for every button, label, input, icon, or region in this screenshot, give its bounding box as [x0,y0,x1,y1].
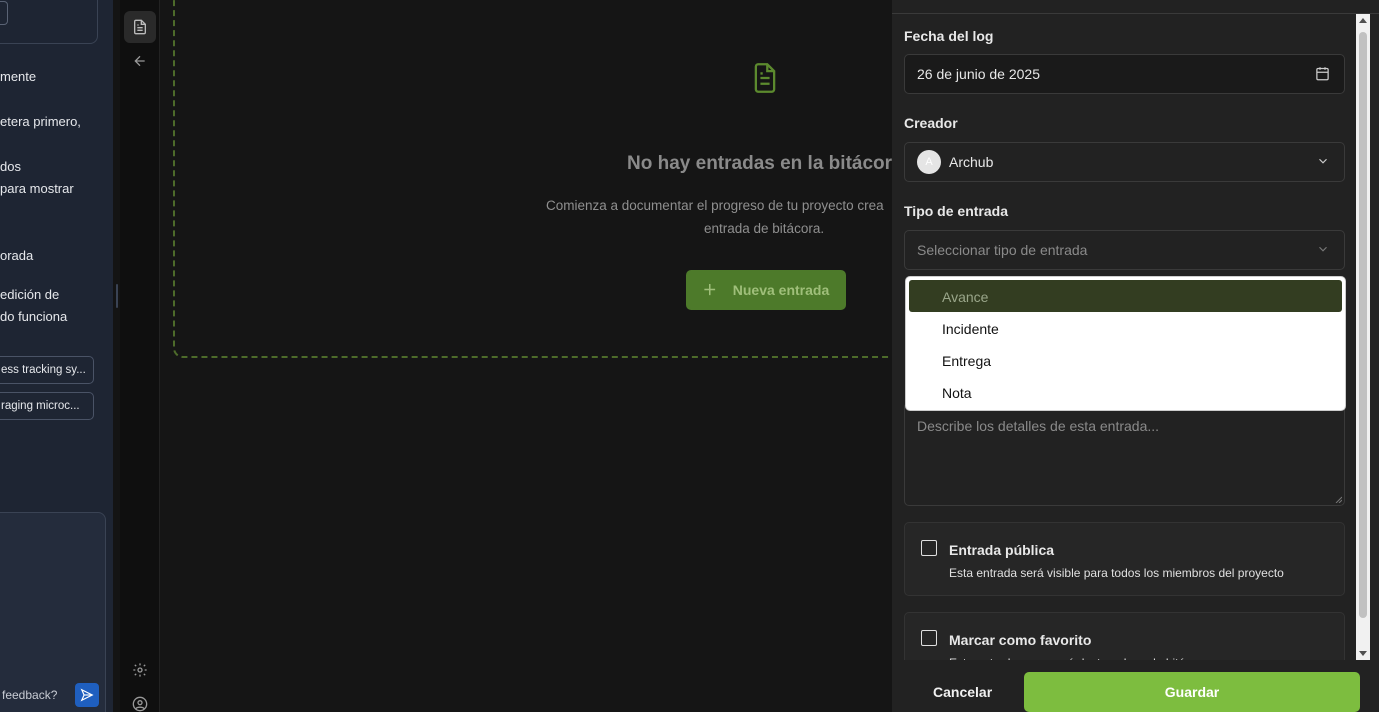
chevron-down-icon [1316,154,1330,171]
option-nota[interactable]: Nota [909,376,1342,408]
cancel-button[interactable]: Cancelar [916,672,1006,712]
creator-value: Archub [949,154,994,170]
send-icon [80,688,94,702]
chat-panel: mente etera primero, dos para mostrar or… [0,0,113,712]
chat-message-line: mente [0,69,37,84]
empty-state-title: No hay entradas en la bitácora [627,153,903,174]
panel-resize-handle[interactable] [116,284,118,308]
public-entry-title: Entrada pública [949,542,1055,558]
option-entrega[interactable]: Entrega [909,344,1342,376]
creator-select[interactable]: A Archub [904,142,1345,182]
favorite-checkbox[interactable] [921,630,937,646]
favorite-title: Marcar como favorito [949,632,1092,648]
rail-logs-button[interactable] [124,11,156,43]
type-select[interactable]: Seleccionar tipo de entrada [904,230,1345,270]
panel-scrollbar[interactable] [1356,14,1370,660]
chat-message-line: edición de [0,287,60,302]
plus-icon: ＋ [702,282,717,298]
suggestion-chip[interactable]: raging microc... [0,392,94,420]
main-content: No hay entradas en la bitácora Comienza … [160,0,933,712]
user-circle-icon [132,696,148,712]
public-entry-checkbox[interactable] [921,540,937,556]
date-field[interactable]: 26 de junio de 2025 [904,54,1345,94]
suggestion-chip[interactable]: ess tracking sy... [0,356,94,384]
gear-icon [133,663,147,677]
panel-footer: Cancelar Guardar [892,660,1379,712]
empty-desc-line1: Comienza a documentar el progreso de tu … [546,198,884,213]
chevron-down-icon [1316,242,1330,259]
save-button[interactable]: Guardar [1024,672,1360,712]
chat-search-box[interactable] [0,0,98,44]
option-incidente[interactable]: Incidente [909,312,1342,344]
public-entry-option: Entrada pública Esta entrada será visibl… [904,522,1345,596]
scroll-up-icon[interactable] [1359,18,1367,23]
feedback-prompt: feedback? [2,688,58,702]
creator-label: Creador [904,115,958,131]
scroll-thumb[interactable] [1359,32,1367,618]
chat-message-line: para mostrar [0,181,74,196]
chat-message-line: do funciona [0,309,68,324]
chat-message-line: etera primero, [0,114,81,129]
type-placeholder: Seleccionar tipo de entrada [917,242,1088,258]
rail-back-button[interactable] [124,45,156,77]
chat-message-line: dos [0,159,21,174]
rail-profile-button[interactable] [124,688,156,712]
type-options-dropdown: Avance Incidente Entrega Nota [905,276,1346,411]
document-icon [751,62,779,99]
date-label: Fecha del log [904,28,994,44]
description-textarea[interactable]: Describe los detalles de esta entrada... [904,402,1345,506]
new-entry-label: Nueva entrada [732,282,830,298]
send-button[interactable] [75,683,99,707]
scroll-down-icon[interactable] [1359,651,1367,656]
avatar: A [917,150,941,174]
type-label: Tipo de entrada [904,203,1008,219]
calendar-icon[interactable] [1315,66,1330,84]
app-root: mente etera primero, dos para mostrar or… [0,0,1379,712]
chat-message-line: orada [0,248,34,263]
icon-rail [120,0,160,712]
document-icon [134,19,146,35]
date-value: 26 de junio de 2025 [917,66,1040,82]
chat-search-inner[interactable] [0,1,8,25]
description-placeholder: Describe los detalles de esta entrada... [917,418,1160,434]
resize-grip-icon[interactable] [1334,495,1342,503]
option-avance[interactable]: Avance [909,280,1342,312]
new-entry-button[interactable]: ＋ Nueva entrada [686,270,846,310]
arrow-left-icon [134,55,145,67]
panel-divider [892,13,1379,14]
rail-settings-button[interactable] [124,654,156,686]
public-entry-description: Esta entrada será visible para todos los… [949,566,1284,580]
chat-compose-box[interactable] [0,512,106,712]
